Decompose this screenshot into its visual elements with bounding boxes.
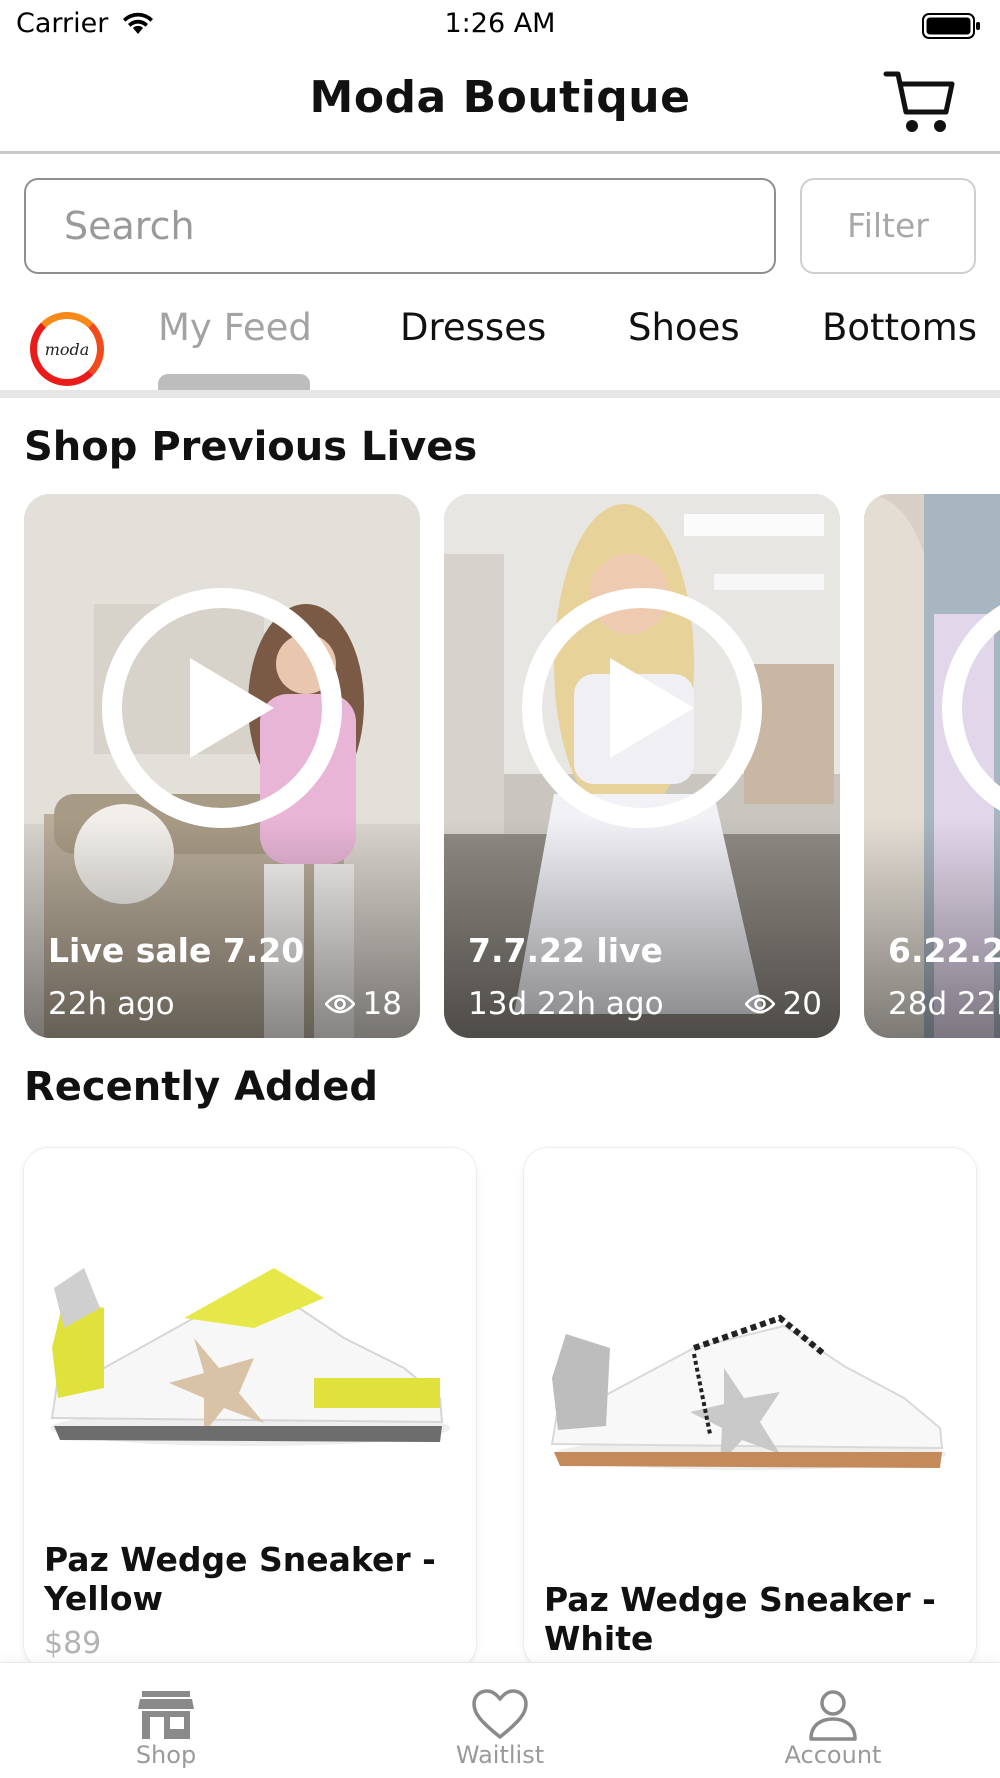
- live-title: 6.22.22: [888, 931, 1000, 970]
- eye-icon: [324, 994, 355, 1014]
- product-name: Paz Wedge Sneaker - White: [544, 1580, 936, 1658]
- tab-shoes[interactable]: Shoes: [628, 306, 740, 349]
- status-bar: Carrier 1:26 AM: [0, 0, 1000, 52]
- navigation-bar: Moda Boutique: [0, 52, 1000, 154]
- eye-icon: [744, 994, 775, 1014]
- live-title: Live sale 7.20: [48, 931, 305, 970]
- live-time: 28d 22h: [888, 986, 1000, 1022]
- lives-carousel[interactable]: Live sale 7.20 22h ago 18 7.7.22 live 13…: [24, 494, 1000, 1040]
- screen: Carrier 1:26 AM Moda Boutique Search Fil…: [0, 0, 1000, 1778]
- play-icon[interactable]: [940, 586, 1000, 830]
- live-views: 20: [744, 986, 822, 1022]
- live-time: 13d 22h ago: [468, 986, 664, 1022]
- category-tabs: moda My Feed Dresses Shoes Bottoms: [0, 300, 1000, 400]
- live-card[interactable]: 7.7.22 live 13d 22h ago 20: [444, 494, 840, 1038]
- tab-bar: Shop Waitlist Account: [0, 1662, 1000, 1778]
- product-name: Paz Wedge Sneaker - Yellow: [44, 1540, 436, 1618]
- live-view-count: 18: [362, 986, 402, 1022]
- search-placeholder: Search: [64, 204, 195, 248]
- live-title: 7.7.22 live: [468, 931, 663, 970]
- cart-icon: [883, 71, 955, 132]
- tab-bottoms[interactable]: Bottoms: [822, 306, 977, 349]
- live-view-count: 20: [782, 986, 822, 1022]
- recent-section-title: Recently Added: [24, 1064, 379, 1110]
- tabbar-label-waitlist: Waitlist: [455, 1741, 545, 1769]
- play-icon[interactable]: [520, 586, 764, 830]
- cart-button[interactable]: [882, 66, 958, 136]
- search-input[interactable]: Search: [24, 178, 776, 274]
- tab-dresses[interactable]: Dresses: [400, 306, 546, 349]
- page-title: Moda Boutique: [309, 72, 691, 123]
- live-card[interactable]: 6.22.22 28d 22h: [864, 494, 1000, 1038]
- tabbar-label-shop: Shop: [135, 1741, 197, 1769]
- play-icon[interactable]: [100, 586, 344, 830]
- tabbar-item-account[interactable]: Account: [733, 1663, 933, 1778]
- tabs-divider: [0, 390, 1000, 398]
- store-icon: [138, 1691, 194, 1739]
- filter-button[interactable]: Filter: [800, 178, 976, 274]
- product-price: $89: [44, 1626, 102, 1661]
- live-views: 18: [324, 986, 402, 1022]
- product-card[interactable]: Paz Wedge Sneaker - White: [524, 1148, 976, 1668]
- brand-logo-text: moda: [44, 339, 90, 359]
- tabbar-item-shop[interactable]: Shop: [66, 1663, 266, 1778]
- status-time: 1:26 AM: [444, 8, 556, 39]
- tab-my-feed[interactable]: My Feed: [158, 306, 312, 349]
- lives-section-title: Shop Previous Lives: [24, 424, 478, 470]
- product-image: [50, 1268, 450, 1446]
- product-image: [550, 1314, 946, 1470]
- tabbar-label-account: Account: [784, 1741, 882, 1769]
- brand-logo[interactable]: moda: [30, 312, 104, 386]
- product-card[interactable]: Paz Wedge Sneaker - Yellow $89: [24, 1148, 476, 1668]
- live-card[interactable]: Live sale 7.20 22h ago 18: [24, 494, 420, 1038]
- live-time: 22h ago: [48, 986, 175, 1022]
- tabbar-item-waitlist[interactable]: Waitlist: [400, 1663, 600, 1778]
- battery-icon: [922, 12, 982, 44]
- person-icon: [809, 1690, 857, 1741]
- heart-icon: [472, 1689, 528, 1739]
